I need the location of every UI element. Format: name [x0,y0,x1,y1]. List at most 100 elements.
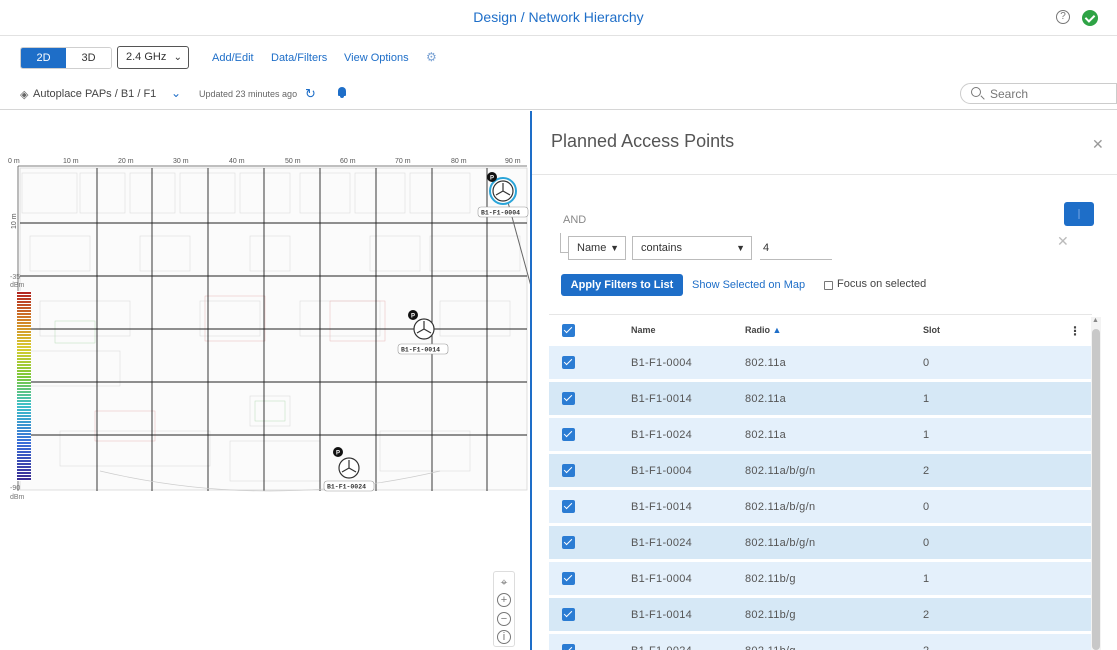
row-checkbox[interactable] [562,644,575,650]
legend-top-value: -35 [10,274,20,281]
row-checkbox[interactable] [562,464,575,477]
table-row[interactable]: B1-F1-0024 802.11a 1 [549,418,1092,452]
cell-radio: 802.11a/b/g/n [745,537,816,549]
table-row[interactable]: B1-F1-0004 802.11b/g 1 [549,562,1092,596]
cell-name: B1-F1-0024 [631,645,692,650]
x-tick-label: 40 m [229,158,245,165]
cell-name: B1-F1-0014 [631,501,693,513]
cell-radio: 802.11b/g [745,573,796,585]
search-input[interactable]: Search [960,83,1117,104]
planned-access-points-panel: Planned Access Points ✕ AND Name ▼ conta… [530,111,1117,650]
show-selected-on-map-link[interactable]: Show Selected on Map [692,279,805,291]
help-icon[interactable]: ? [1056,10,1070,24]
chevron-down-icon[interactable]: ⌄ [171,86,181,100]
legend-bottom-value: -90 [10,485,20,492]
view-mode-toggle: 2D 3D [20,47,112,69]
table-scrollbar[interactable]: ▲ [1091,317,1101,650]
refresh-icon[interactable]: ↻ [305,86,316,102]
kebab-menu-icon[interactable]: ⋮ [1069,324,1081,338]
search-placeholder: Search [990,87,1029,101]
x-tick-label: 80 m [451,158,467,165]
gear-icon[interactable]: ⚙ [426,50,437,64]
cell-slot: 1 [923,429,930,441]
column-header-slot[interactable]: Slot [923,325,940,335]
cell-name: B1-F1-0024 [631,429,693,441]
row-checkbox[interactable] [562,572,575,585]
filter-operator-select[interactable]: contains ▼ [632,236,752,260]
ap-label: B1-F1-0014 [401,347,440,354]
remove-filter-icon[interactable]: ✕ [1057,233,1069,250]
table-row[interactable]: B1-F1-0024 802.11b/g 2 [549,634,1092,650]
map-toolbar: 2D 3D 2.4 GHz ⌄ Add/Edit Data/Filters Vi… [0,37,1117,75]
view-options-link[interactable]: View Options [344,52,409,64]
filter-field-select[interactable]: Name ▼ [568,236,626,260]
svg-text:P: P [336,451,340,457]
scroll-up-icon[interactable]: ▲ [1092,317,1099,324]
breadcrumb[interactable]: Autoplace PAPs / B1 / F1 [33,88,156,100]
cell-name: B1-F1-0004 [631,573,693,585]
focus-on-selected-checkbox[interactable] [824,281,833,290]
bell-icon[interactable] [338,87,346,98]
x-tick-label: 30 m [173,158,189,165]
cell-radio: 802.11a [745,429,787,441]
x-tick-label: 50 m [285,158,301,165]
cell-name: B1-F1-0004 [631,357,693,369]
legend-unit: dBm [10,282,25,289]
chevron-down-icon: ▼ [736,243,745,253]
row-checkbox[interactable] [562,356,575,369]
panel-title: Planned Access Points [551,131,735,151]
floor-map-canvas[interactable]: 0 m 10 m 20 m 30 m 40 m 50 m 60 m 70 m 8… [0,111,530,650]
frequency-value: 2.4 GHz [126,51,167,63]
apply-filters-button[interactable]: Apply Filters to List [561,274,683,296]
view-3d-button[interactable]: 3D [66,48,111,68]
filter-logic-label: AND [563,214,587,226]
x-tick-label: 0 m [8,158,20,165]
column-header-radio[interactable]: Radio ▲ [745,325,781,335]
table-row[interactable]: B1-F1-0004 802.11a/b/g/n 2 [549,454,1092,488]
cell-slot: 0 [923,537,930,549]
cell-radio: 802.11a [745,393,787,405]
focus-on-selected-label: Focus on selected [837,278,927,290]
info-icon[interactable]: i [497,630,511,644]
select-all-checkbox[interactable] [562,324,575,337]
cell-name: B1-F1-0024 [631,537,693,549]
divider [532,174,1117,175]
cell-radio: 802.11a/b/g/n [745,501,816,513]
status-ok-icon[interactable] [1082,10,1098,26]
cell-name: B1-F1-0014 [631,609,693,621]
frequency-dropdown[interactable]: 2.4 GHz ⌄ [117,46,189,69]
y-tick-label: 10 m [11,213,18,229]
sort-ascending-icon: ▲ [772,325,782,335]
breadcrumb-bar: ◈ Autoplace PAPs / B1 / F1 ⌄ Updated 23 … [0,80,1117,110]
add-edit-link[interactable]: Add/Edit [212,52,254,64]
fit-to-screen-icon[interactable]: ⌖ [497,575,511,589]
table-row[interactable]: B1-F1-0024 802.11a/b/g/n 0 [549,526,1092,560]
close-icon[interactable]: ✕ [1092,136,1104,153]
zoom-in-icon[interactable]: + [497,593,511,607]
svg-text:P: P [411,314,415,320]
app-header: Design / Network Hierarchy ? [0,0,1117,36]
data-filters-link[interactable]: Data/Filters [271,52,327,64]
table-row[interactable]: B1-F1-0014 802.11a 1 [549,382,1092,416]
row-checkbox[interactable] [562,536,575,549]
add-filter-button[interactable] [1064,202,1094,226]
row-checkbox[interactable] [562,608,575,621]
cell-radio: 802.11a [745,357,787,369]
cell-slot: 2 [923,465,930,477]
cell-radio: 802.11a/b/g/n [745,465,816,477]
floor-map[interactable]: 0 m 10 m 20 m 30 m 40 m 50 m 60 m 70 m 8… [0,111,530,650]
row-checkbox[interactable] [562,392,575,405]
table-row[interactable]: B1-F1-0004 802.11a 0 [549,346,1092,380]
view-2d-button[interactable]: 2D [21,48,66,68]
filter-value-input[interactable]: 4 [760,238,832,260]
column-header-name[interactable]: Name [631,325,656,335]
table-row[interactable]: B1-F1-0014 802.11b/g 2 [549,598,1092,632]
row-checkbox[interactable] [562,428,575,441]
table-row[interactable]: B1-F1-0014 802.11a/b/g/n 0 [549,490,1092,524]
scroll-thumb[interactable] [1092,329,1100,650]
zoom-out-icon[interactable]: − [497,612,511,626]
row-checkbox[interactable] [562,500,575,513]
svg-text:P: P [490,176,494,182]
cell-radio: 802.11b/g [745,609,796,621]
filter-operator-value: contains [641,242,682,254]
